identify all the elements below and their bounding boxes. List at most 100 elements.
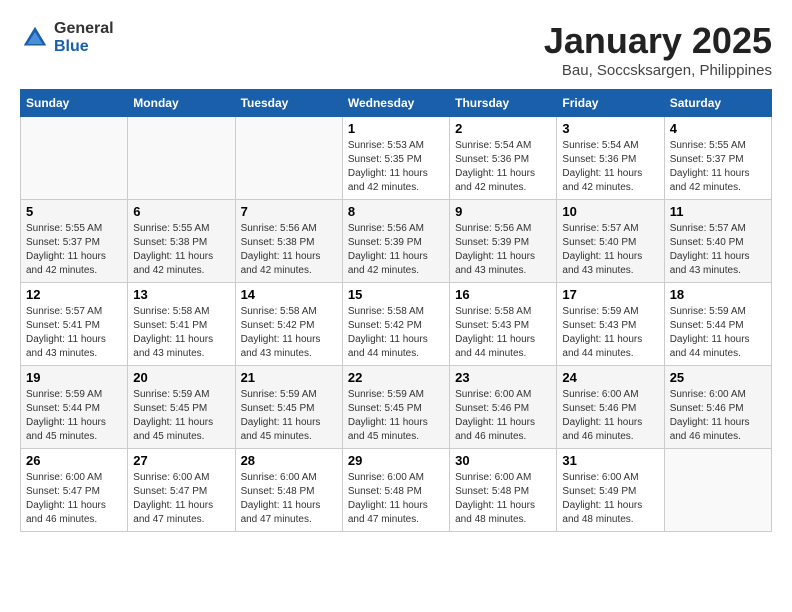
calendar-subtitle: Bau, Soccsksargen, Philippines [544,62,772,79]
calendar-cell: 21Sunrise: 5:59 AM Sunset: 5:45 PM Dayli… [235,366,342,449]
day-number: 28 [241,453,337,468]
day-number: 9 [455,204,551,219]
calendar-cell [128,117,235,200]
calendar-cell: 18Sunrise: 5:59 AM Sunset: 5:44 PM Dayli… [664,283,771,366]
day-number: 23 [455,370,551,385]
day-number: 24 [562,370,658,385]
calendar-week-2: 12 Sunrise: 5:57 AM Sunset: 5:41 PM Dayli… [21,283,772,366]
day-info: Sunrise: 5:54 AM Sunset: 5:36 PM Dayligh… [562,139,658,195]
calendar-cell: 9 Sunrise: 5:56 AM Sunset: 5:39 PM Daylig… [450,200,557,283]
day-info: Sunrise: 5:56 AM Sunset: 5:38 PM Dayligh… [241,222,337,278]
calendar-cell: 25 Sunrise: 6:00 AM Sunset: 5:46 PM Dayli… [664,366,771,449]
calendar-cell: 17 Sunrise: 5:59 AM Sunset: 5:43 PM Dayli… [557,283,664,366]
day-info: Sunrise: 5:57 AM Sunset: 5:40 PM Dayligh… [670,222,766,278]
calendar-cell: 15 Sunrise: 5:58 AM Sunset: 5:42 PM Dayli… [342,283,449,366]
day-info: Sunrise: 6:00 AM Sunset: 5:48 PM Dayligh… [348,471,444,527]
calendar-week-4: 26 Sunrise: 6:00 AM Sunset: 5:47 PM Dayli… [21,449,772,532]
header-monday: Monday [128,90,235,117]
calendar-cell: 4 Sunrise: 5:55 AM Sunset: 5:37 PM Daylig… [664,117,771,200]
calendar-header: Sunday Monday Tuesday Wednesday Thursday… [21,90,772,117]
day-number: 29 [348,453,444,468]
day-info: Sunrise: 5:57 AM Sunset: 5:41 PM Dayligh… [26,305,122,361]
day-info: Sunrise: 5:59 AM Sunset: 5:45 PM Dayligh… [133,388,229,444]
day-info: Sunrise: 6:00 AM Sunset: 5:47 PM Dayligh… [26,471,122,527]
logo-blue: Blue [54,38,114,56]
day-info: Sunrise: 6:00 AM Sunset: 5:46 PM Dayligh… [670,388,766,444]
day-info: Sunrise: 5:53 AM Sunset: 5:35 PM Dayligh… [348,139,444,195]
calendar-title: January 2025 [544,20,772,62]
calendar-cell: 23 Sunrise: 6:00 AM Sunset: 5:46 PM Dayli… [450,366,557,449]
calendar-cell: 14Sunrise: 5:58 AM Sunset: 5:42 PM Dayli… [235,283,342,366]
calendar-body: 1Sunrise: 5:53 AM Sunset: 5:35 PM Daylig… [21,117,772,532]
calendar-cell [235,117,342,200]
calendar-table: Sunday Monday Tuesday Wednesday Thursday… [20,89,772,532]
day-number: 31 [562,453,658,468]
header-friday: Friday [557,90,664,117]
day-number: 20 [133,370,229,385]
day-number: 12 [26,287,122,302]
day-number: 25 [670,370,766,385]
logo-general: General [54,20,114,38]
day-number: 10 [562,204,658,219]
day-number: 27 [133,453,229,468]
day-number: 26 [26,453,122,468]
day-info: Sunrise: 5:55 AM Sunset: 5:37 PM Dayligh… [26,222,122,278]
day-number: 16 [455,287,551,302]
calendar-cell: 30 Sunrise: 6:00 AM Sunset: 5:48 PM Dayli… [450,449,557,532]
day-info: Sunrise: 6:00 AM Sunset: 5:48 PM Dayligh… [455,471,551,527]
day-info: Sunrise: 5:59 AM Sunset: 5:45 PM Dayligh… [348,388,444,444]
header-row: Sunday Monday Tuesday Wednesday Thursday… [21,90,772,117]
calendar-cell: 2Sunrise: 5:54 AM Sunset: 5:36 PM Daylig… [450,117,557,200]
calendar-cell: 13 Sunrise: 5:58 AM Sunset: 5:41 PM Dayli… [128,283,235,366]
day-info: Sunrise: 5:58 AM Sunset: 5:42 PM Dayligh… [348,305,444,361]
day-number: 4 [670,121,766,136]
day-info: Sunrise: 5:59 AM Sunset: 5:45 PM Dayligh… [241,388,337,444]
calendar-cell: 31Sunrise: 6:00 AM Sunset: 5:49 PM Dayli… [557,449,664,532]
day-number: 5 [26,204,122,219]
day-info: Sunrise: 6:00 AM Sunset: 5:46 PM Dayligh… [562,388,658,444]
calendar-cell: 27Sunrise: 6:00 AM Sunset: 5:47 PM Dayli… [128,449,235,532]
day-number: 7 [241,204,337,219]
header-tuesday: Tuesday [235,90,342,117]
day-number: 17 [562,287,658,302]
calendar-cell: 19 Sunrise: 5:59 AM Sunset: 5:44 PM Dayli… [21,366,128,449]
day-number: 8 [348,204,444,219]
header-thursday: Thursday [450,90,557,117]
day-info: Sunrise: 6:00 AM Sunset: 5:48 PM Dayligh… [241,471,337,527]
day-number: 2 [455,121,551,136]
day-number: 22 [348,370,444,385]
calendar-cell [21,117,128,200]
day-number: 14 [241,287,337,302]
day-info: Sunrise: 5:56 AM Sunset: 5:39 PM Dayligh… [348,222,444,278]
page-header: General Blue January 2025 Bau, Soccsksar… [20,20,772,79]
calendar-cell: 6Sunrise: 5:55 AM Sunset: 5:38 PM Daylig… [128,200,235,283]
logo: General Blue [20,20,114,55]
day-info: Sunrise: 5:59 AM Sunset: 5:44 PM Dayligh… [670,305,766,361]
calendar-cell: 28 Sunrise: 6:00 AM Sunset: 5:48 PM Dayli… [235,449,342,532]
day-info: Sunrise: 5:58 AM Sunset: 5:43 PM Dayligh… [455,305,551,361]
calendar-cell: 16 Sunrise: 5:58 AM Sunset: 5:43 PM Dayli… [450,283,557,366]
calendar-cell: 11Sunrise: 5:57 AM Sunset: 5:40 PM Dayli… [664,200,771,283]
day-info: Sunrise: 5:55 AM Sunset: 5:37 PM Dayligh… [670,139,766,195]
calendar-cell: 26 Sunrise: 6:00 AM Sunset: 5:47 PM Dayli… [21,449,128,532]
day-info: Sunrise: 5:59 AM Sunset: 5:43 PM Dayligh… [562,305,658,361]
day-number: 30 [455,453,551,468]
calendar-cell: 8 Sunrise: 5:56 AM Sunset: 5:39 PM Daylig… [342,200,449,283]
day-number: 3 [562,121,658,136]
day-info: Sunrise: 5:56 AM Sunset: 5:39 PM Dayligh… [455,222,551,278]
day-number: 19 [26,370,122,385]
header-sunday: Sunday [21,90,128,117]
day-number: 13 [133,287,229,302]
day-number: 15 [348,287,444,302]
calendar-week-0: 1Sunrise: 5:53 AM Sunset: 5:35 PM Daylig… [21,117,772,200]
calendar-cell: 1Sunrise: 5:53 AM Sunset: 5:35 PM Daylig… [342,117,449,200]
day-info: Sunrise: 5:59 AM Sunset: 5:44 PM Dayligh… [26,388,122,444]
day-info: Sunrise: 5:58 AM Sunset: 5:41 PM Dayligh… [133,305,229,361]
calendar-cell [664,449,771,532]
day-info: Sunrise: 5:57 AM Sunset: 5:40 PM Dayligh… [562,222,658,278]
day-info: Sunrise: 6:00 AM Sunset: 5:46 PM Dayligh… [455,388,551,444]
day-info: Sunrise: 5:55 AM Sunset: 5:38 PM Dayligh… [133,222,229,278]
calendar-cell: 12 Sunrise: 5:57 AM Sunset: 5:41 PM Dayli… [21,283,128,366]
header-saturday: Saturday [664,90,771,117]
calendar-cell: 10 Sunrise: 5:57 AM Sunset: 5:40 PM Dayli… [557,200,664,283]
